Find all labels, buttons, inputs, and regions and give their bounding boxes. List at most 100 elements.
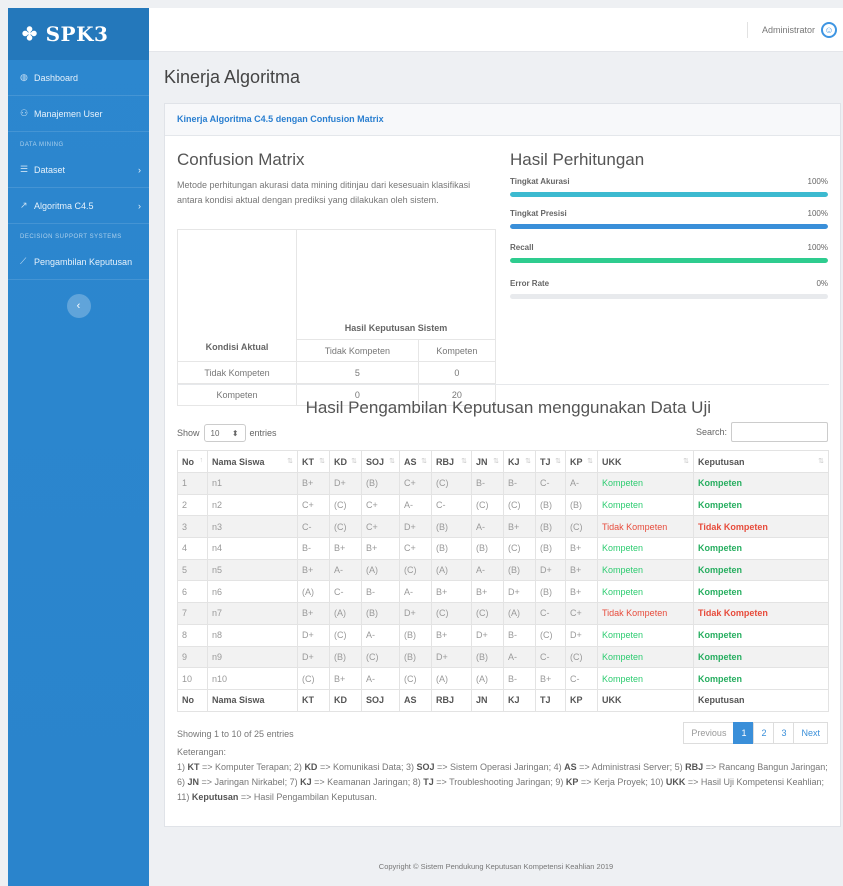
table-row[interactable]: 10 n10 (C) B+ A- (C) (A) (A) B- B+ C- Kompeten Kompe… xyxy=(177,667,829,690)
sidebar-item-manajemen-user[interactable]: ⚇ Manajemen User xyxy=(8,96,149,132)
sort-icon: ⇅ xyxy=(421,457,427,465)
user-menu[interactable]: Administrator ☺ xyxy=(746,22,837,38)
column-header-kp[interactable]: KP ⇅ xyxy=(565,450,598,473)
column-header-as[interactable]: AS ⇅ xyxy=(399,450,432,473)
sidebar-item-label: Pengambilan Keputusan xyxy=(34,256,133,267)
previous-button[interactable]: Previous xyxy=(683,722,735,744)
table-cell: C+ xyxy=(361,515,400,539)
column-header-no[interactable]: No ↑ xyxy=(177,450,208,473)
main-card: Kinerja Algoritma C4.5 dengan Confusion … xyxy=(164,103,841,827)
column-footer: KJ xyxy=(503,688,536,712)
table-cell: (C) xyxy=(471,602,504,625)
column-label: KT xyxy=(302,456,314,467)
table-cell: (A) xyxy=(503,602,536,625)
column-label: No xyxy=(182,456,194,467)
table-cell: A- xyxy=(471,515,504,539)
table-row[interactable]: 4 n4 B- B+ B+ C+ (B) (B) (C) (B) B+ Kompeten Kompete… xyxy=(177,537,829,560)
table-cell: C- xyxy=(431,493,472,517)
topbar: Administrator ☺ xyxy=(149,8,843,52)
page-3-button[interactable]: 3 xyxy=(773,722,795,744)
table-cell: Tidak Kompeten xyxy=(693,515,829,539)
table-row[interactable]: 6 n6 (A) C- B- A- B+ B+ D+ (B) B+ Kompeten Kompeten xyxy=(177,580,829,604)
column-label: UKK xyxy=(602,456,622,467)
progress-bar xyxy=(510,224,828,229)
table-cell: B- xyxy=(503,667,536,690)
table-cell: (C) xyxy=(565,515,598,539)
table-cell: 10 xyxy=(177,667,208,690)
table-row[interactable]: 2 n2 C+ (C) C+ A- C- (C) (C) (B) (B) Kompeten Kompet… xyxy=(177,493,829,517)
collapse-sidebar-button[interactable]: ‹ xyxy=(66,294,91,318)
table-cell: (C) xyxy=(297,667,330,690)
legend-desc: => Kerja Proyek; xyxy=(578,777,651,787)
column-footer: RBJ xyxy=(431,688,472,712)
table-cell: (B) xyxy=(535,580,566,604)
column-footer: TJ xyxy=(535,688,566,712)
legend-number: 8) xyxy=(412,777,424,787)
table-row[interactable]: 8 n8 D+ (C) A- (B) B+ D+ B- (C) D+ Kompeten Kompeten xyxy=(177,623,829,647)
table-cell: B+ xyxy=(297,472,330,495)
table-cell: Kompeten xyxy=(693,645,829,669)
column-header-rbj[interactable]: RBJ ⇅ xyxy=(431,450,472,473)
table-cell: Kompeten xyxy=(597,645,694,669)
table-cell: B+ xyxy=(431,580,472,604)
table-cell: A- xyxy=(399,580,432,604)
column-header-kt[interactable]: KT ⇅ xyxy=(297,450,330,473)
table-row[interactable]: 5 n5 B+ A- (A) (C) (A) A- (B) D+ B+ Kompeten Kompete… xyxy=(177,558,829,582)
legend-number: 9) xyxy=(555,777,566,787)
table-row[interactable]: 9 n9 D+ (B) (C) (B) D+ (B) A- C- (C) Kompeten Kompet… xyxy=(177,645,829,669)
page-2-button[interactable]: 2 xyxy=(753,722,775,744)
table-cell: 5 xyxy=(177,558,208,582)
legend-number: 1) xyxy=(177,762,188,772)
column-header-soj[interactable]: SOJ ⇅ xyxy=(361,450,400,473)
sort-icon: ⇅ xyxy=(525,457,531,465)
column-header-jn[interactable]: JN ⇅ xyxy=(471,450,504,473)
table-cell: C+ xyxy=(399,537,432,560)
next-button[interactable]: Next xyxy=(793,722,828,744)
sidebar-item-dashboard[interactable]: ◍ Dashboard xyxy=(8,60,149,96)
sort-icon: ⇅ xyxy=(555,457,561,465)
sort-icon: ⇅ xyxy=(587,457,593,465)
entries-select[interactable]: 10 ⬍ xyxy=(203,424,246,442)
table-cell: n5 xyxy=(207,558,298,582)
table-cell: (A) xyxy=(329,602,362,625)
column-header-nama-siswa[interactable]: Nama Siswa ⇅ xyxy=(207,450,298,473)
column-label: KP xyxy=(570,456,583,467)
column-header-ukk[interactable]: UKK ⇅ xyxy=(597,450,694,473)
table-cell: Kompeten xyxy=(693,623,829,647)
table-row[interactable]: 3 n3 C- (C) C+ D+ (B) A- B+ (B) (C) Tidak Kompeten T… xyxy=(177,515,829,539)
progress-fill xyxy=(510,224,828,229)
table-cell: B+ xyxy=(471,580,504,604)
sidebar-item-dataset[interactable]: ☰ Dataset › xyxy=(8,152,149,188)
progress-fill xyxy=(510,258,828,263)
column-header-keputusan[interactable]: Keputusan ⇅ xyxy=(693,450,829,473)
sidebar-item-pengambilan-keputusan[interactable]: ⟋ Pengambilan Keputusan xyxy=(8,244,149,280)
brand[interactable]: ✤ SPK3 xyxy=(8,8,149,60)
page-1-button[interactable]: 1 xyxy=(733,722,755,744)
column-header-tj[interactable]: TJ ⇅ xyxy=(535,450,566,473)
table-row[interactable]: 1 n1 B+ D+ (B) C+ (C) B- B- C- A- Kompeten Kompeten xyxy=(177,472,829,495)
sidebar-item-algoritma-c4-5[interactable]: ↗ Algoritma C4.5 › xyxy=(8,188,149,224)
dashboard-icon: ◍ xyxy=(20,72,28,82)
search-label: Search: xyxy=(695,427,727,437)
column-header-kd[interactable]: KD ⇅ xyxy=(329,450,362,473)
cm-cell: 0 xyxy=(417,361,497,384)
column-header-kj[interactable]: KJ ⇅ xyxy=(503,450,536,473)
table-search: Search: xyxy=(696,422,828,442)
table-cell: (B) xyxy=(503,558,536,582)
table-cell: n4 xyxy=(207,537,298,560)
legend-desc: => Komputer Terapan; xyxy=(199,762,294,772)
column-footer: JN xyxy=(471,688,504,712)
table-cell: C- xyxy=(535,472,566,495)
search-input[interactable] xyxy=(731,422,828,442)
table-cell: B- xyxy=(297,537,330,560)
column-label: Keputusan xyxy=(698,456,745,467)
table-row[interactable]: 7 n7 B+ (A) (B) D+ (C) (C) (A) C- C+ Tidak Kompeten… xyxy=(177,602,829,625)
table-cell: Kompeten xyxy=(693,667,829,690)
table-cell: B+ xyxy=(565,537,598,560)
column-label: RBJ xyxy=(436,456,455,467)
table-cell: (C) xyxy=(565,645,598,669)
hasil-keputusan-header: Hasil Keputusan Sistem xyxy=(296,229,496,340)
column-footer: Keputusan xyxy=(693,688,829,712)
table-cell: (C) xyxy=(361,645,400,669)
metric-row: Error Rate 0% xyxy=(510,279,828,288)
